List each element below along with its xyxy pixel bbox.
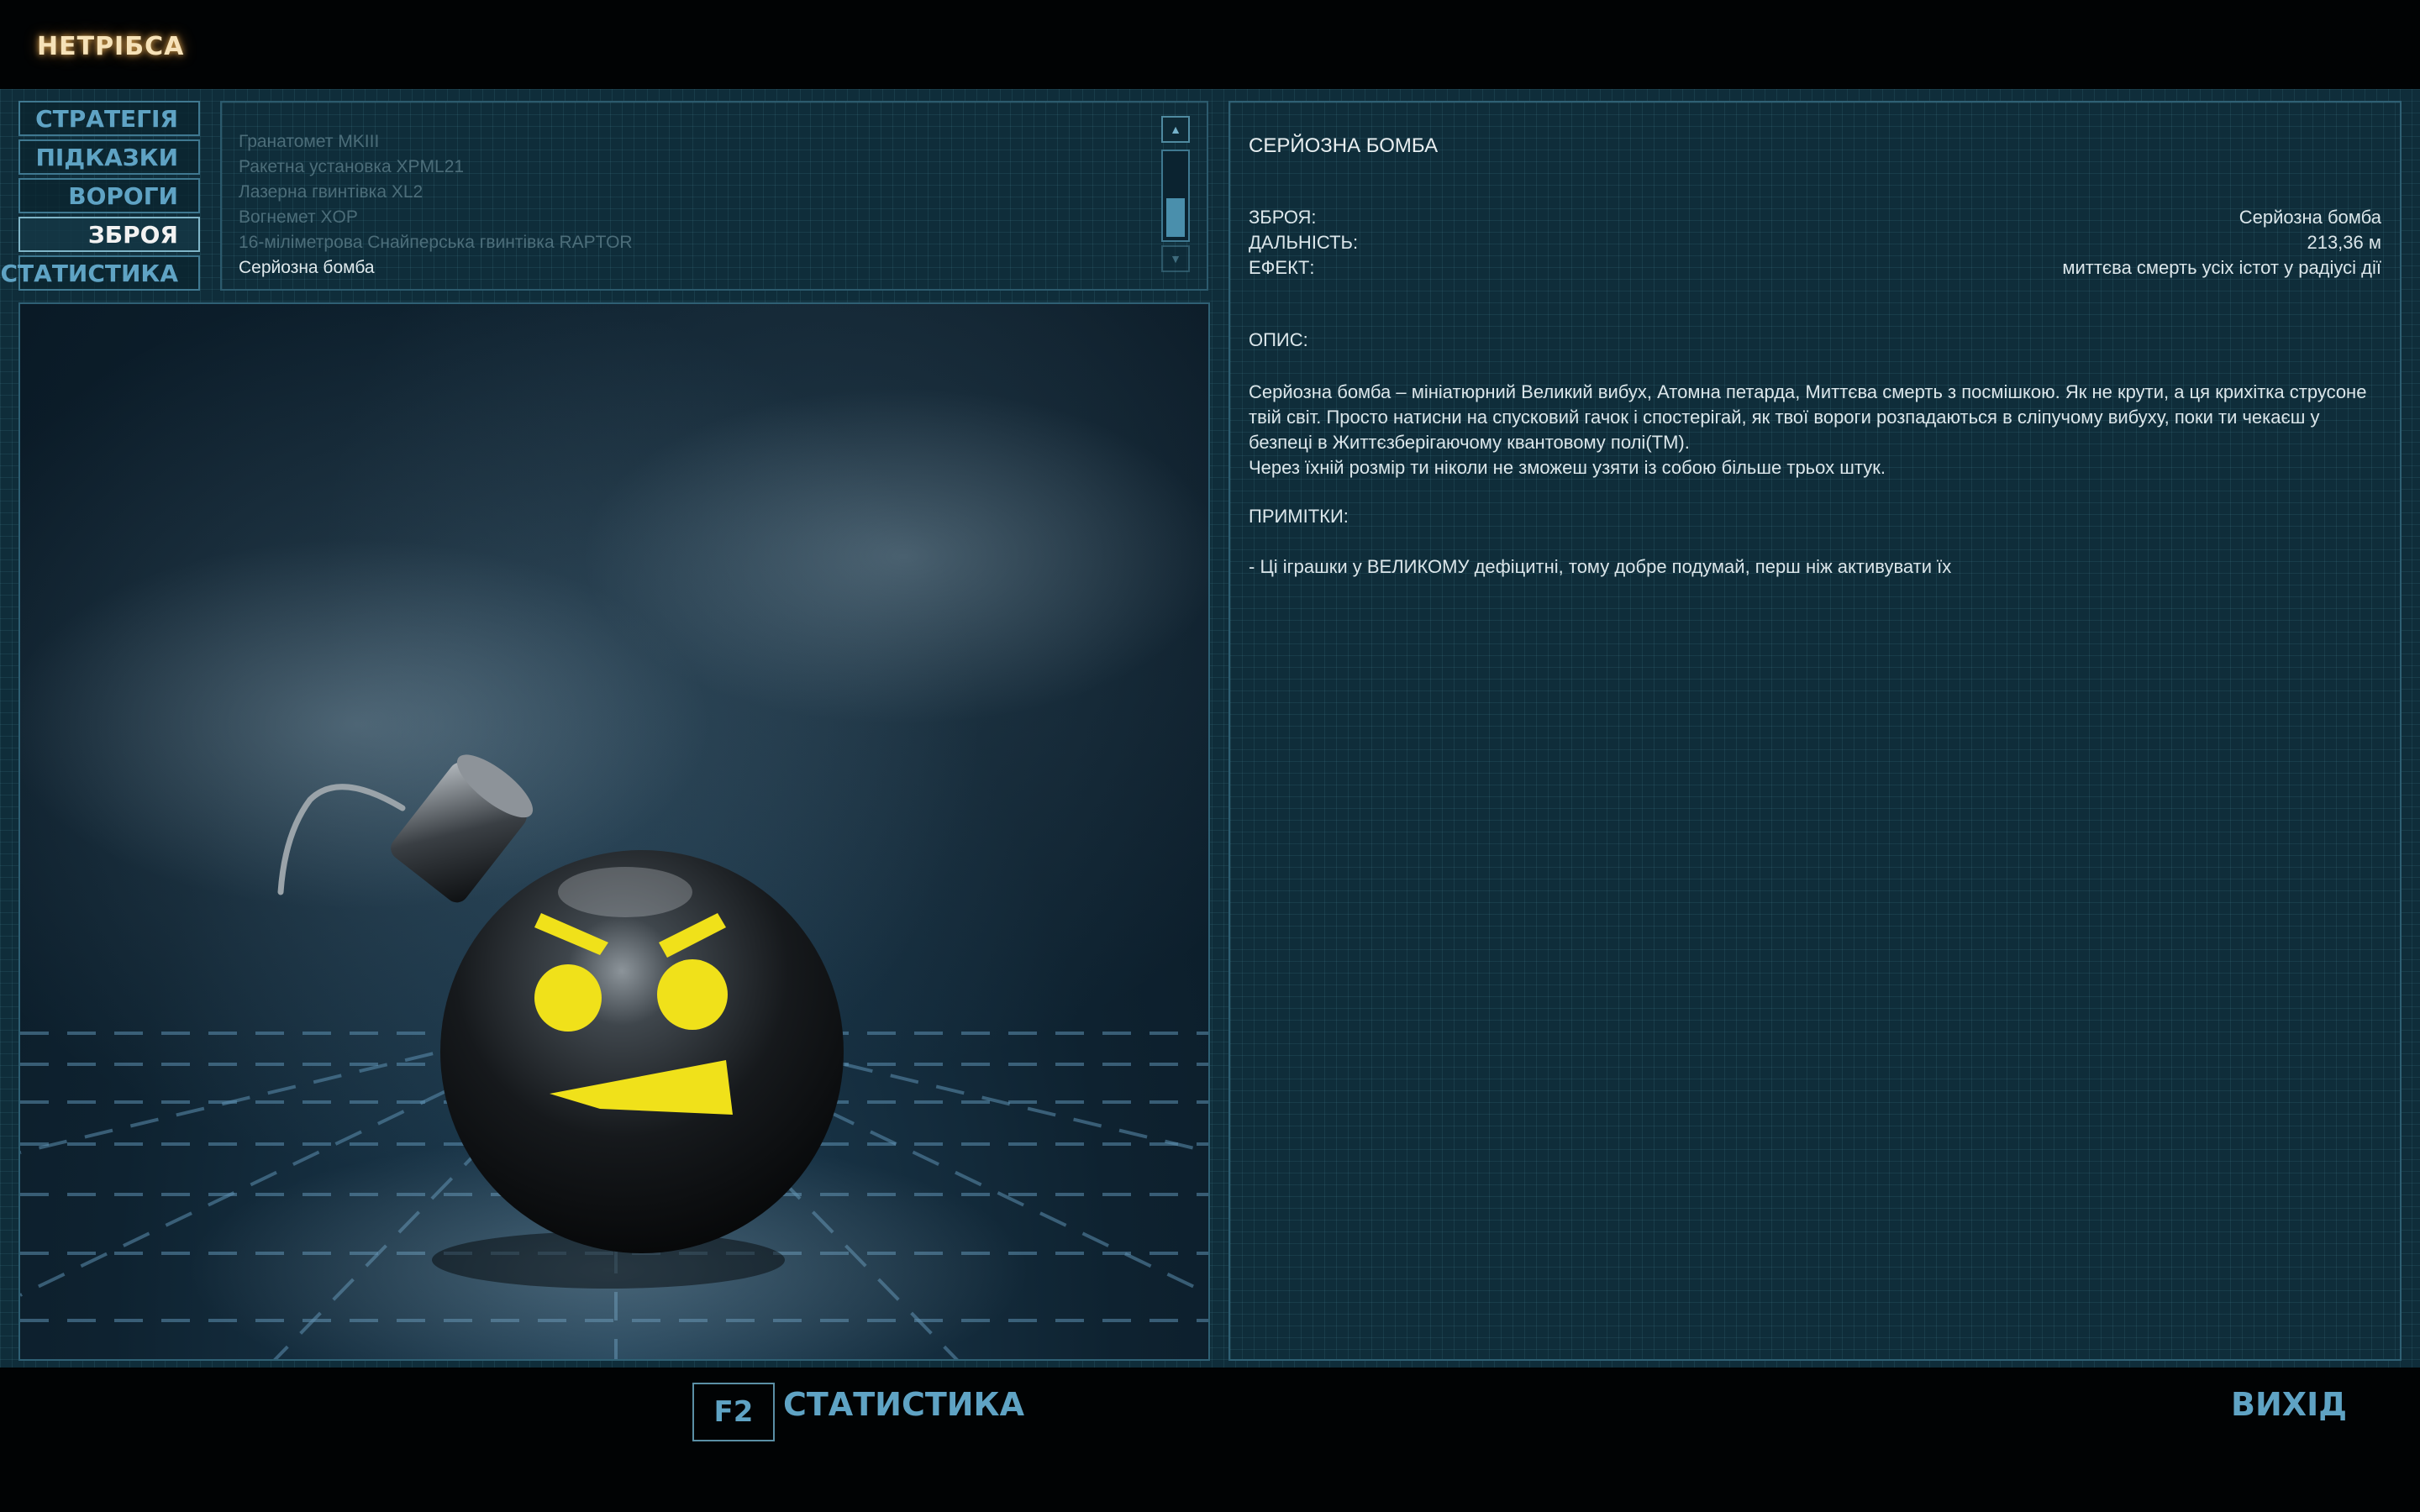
stat-label: ЗБРОЯ: (1249, 207, 1317, 228)
top-bar: НЕТРІБСА (0, 0, 2420, 89)
list-scrollbar[interactable]: ▲ ▼ (1161, 116, 1190, 272)
weapon-list-item[interactable]: Гранатомет MKIII (239, 129, 1146, 155)
statistics-button[interactable]: СТАТИСТИКА (783, 1386, 1024, 1423)
scroll-down-arrow-icon[interactable]: ▼ (1161, 245, 1190, 272)
weapon-list-item[interactable]: Ракетна установка XPML21 (239, 155, 1146, 180)
weapon-list-item[interactable]: Вогнемет XOP (239, 205, 1146, 230)
stat-value: 213,36 м (2307, 232, 2381, 253)
game-title: НЕТРІБСА (37, 32, 185, 61)
stat-label: ЕФЕКТ: (1249, 257, 1315, 278)
stat-value: миттєва смерть усіх істот у радіусі дії (2062, 257, 2381, 278)
weapon-title: СЕРЙОЗНА БОМБА (1249, 134, 1439, 157)
stat-row-effect: ЕФЕКТ: миттєва смерть усіх істот у радіу… (1249, 255, 2381, 281)
scroll-track[interactable] (1161, 150, 1190, 242)
stat-row-range: ДАЛЬНІСТЬ: 213,36 м (1249, 230, 2381, 255)
weapon-details-panel: СЕРЙОЗНА БОМБА ЗБРОЯ: Серйозна бомба ДАЛ… (1228, 101, 2402, 1361)
description-text: Серйозна бомба – мініатюрний Великий виб… (1249, 380, 2375, 480)
hotkey-f2-badge[interactable]: F2 (692, 1383, 775, 1441)
bottom-bar (0, 1368, 2420, 1512)
scroll-up-arrow-icon[interactable]: ▲ (1161, 116, 1190, 143)
nav-item-enemies[interactable]: ВОРОГИ (18, 178, 200, 213)
scroll-thumb[interactable] (1166, 198, 1185, 237)
nav-item-weapons[interactable]: ЗБРОЯ (18, 217, 200, 252)
notes-text: - Ці іграшки у ВЕЛИКОМУ дефіцитні, тому … (1249, 556, 1952, 577)
stat-label: ДАЛЬНІСТЬ: (1249, 232, 1359, 253)
weapon-list-item[interactable]: Лазерна гвинтівка XL2 (239, 180, 1146, 205)
weapon-list-item[interactable]: 16-міліметрова Снайперська гвинтівка RAP… (239, 230, 1146, 255)
weapon-list-items: Гранатомет MKIII Ракетна установка XPML2… (239, 104, 1146, 281)
description-paragraph: Через їхній розмір ти ніколи не зможеш у… (1249, 457, 1886, 478)
nav-item-statistics[interactable]: СТАТИСТИКА (1, 255, 200, 291)
weapon-list: Гранатомет MKIII Ракетна установка XPML2… (220, 101, 1208, 291)
category-nav: СТРАТЕГІЯ ПІДКАЗКИ ВОРОГИ ЗБРОЯ СТАТИСТИ… (1, 101, 200, 294)
weapon-list-item-selected[interactable]: Серйозна бомба (239, 255, 1146, 281)
weapon-3d-viewer[interactable] (18, 302, 1210, 1361)
weapon-stats: ЗБРОЯ: Серйозна бомба ДАЛЬНІСТЬ: 213,36 … (1249, 205, 2381, 281)
nav-item-hints[interactable]: ПІДКАЗКИ (18, 139, 200, 175)
notes-label: ПРИМІТКИ: (1249, 506, 1349, 527)
bomb-model-image (20, 388, 1208, 1359)
nav-item-strategy[interactable]: СТРАТЕГІЯ (18, 101, 200, 136)
stat-row-weapon: ЗБРОЯ: Серйозна бомба (1249, 205, 2381, 230)
description-label: ОПИС: (1249, 329, 1308, 350)
stat-value: Серйозна бомба (2238, 207, 2381, 228)
exit-button[interactable]: ВИХІД (2231, 1386, 2347, 1423)
description-paragraph: Серйозна бомба – мініатюрний Великий виб… (1249, 381, 2367, 453)
